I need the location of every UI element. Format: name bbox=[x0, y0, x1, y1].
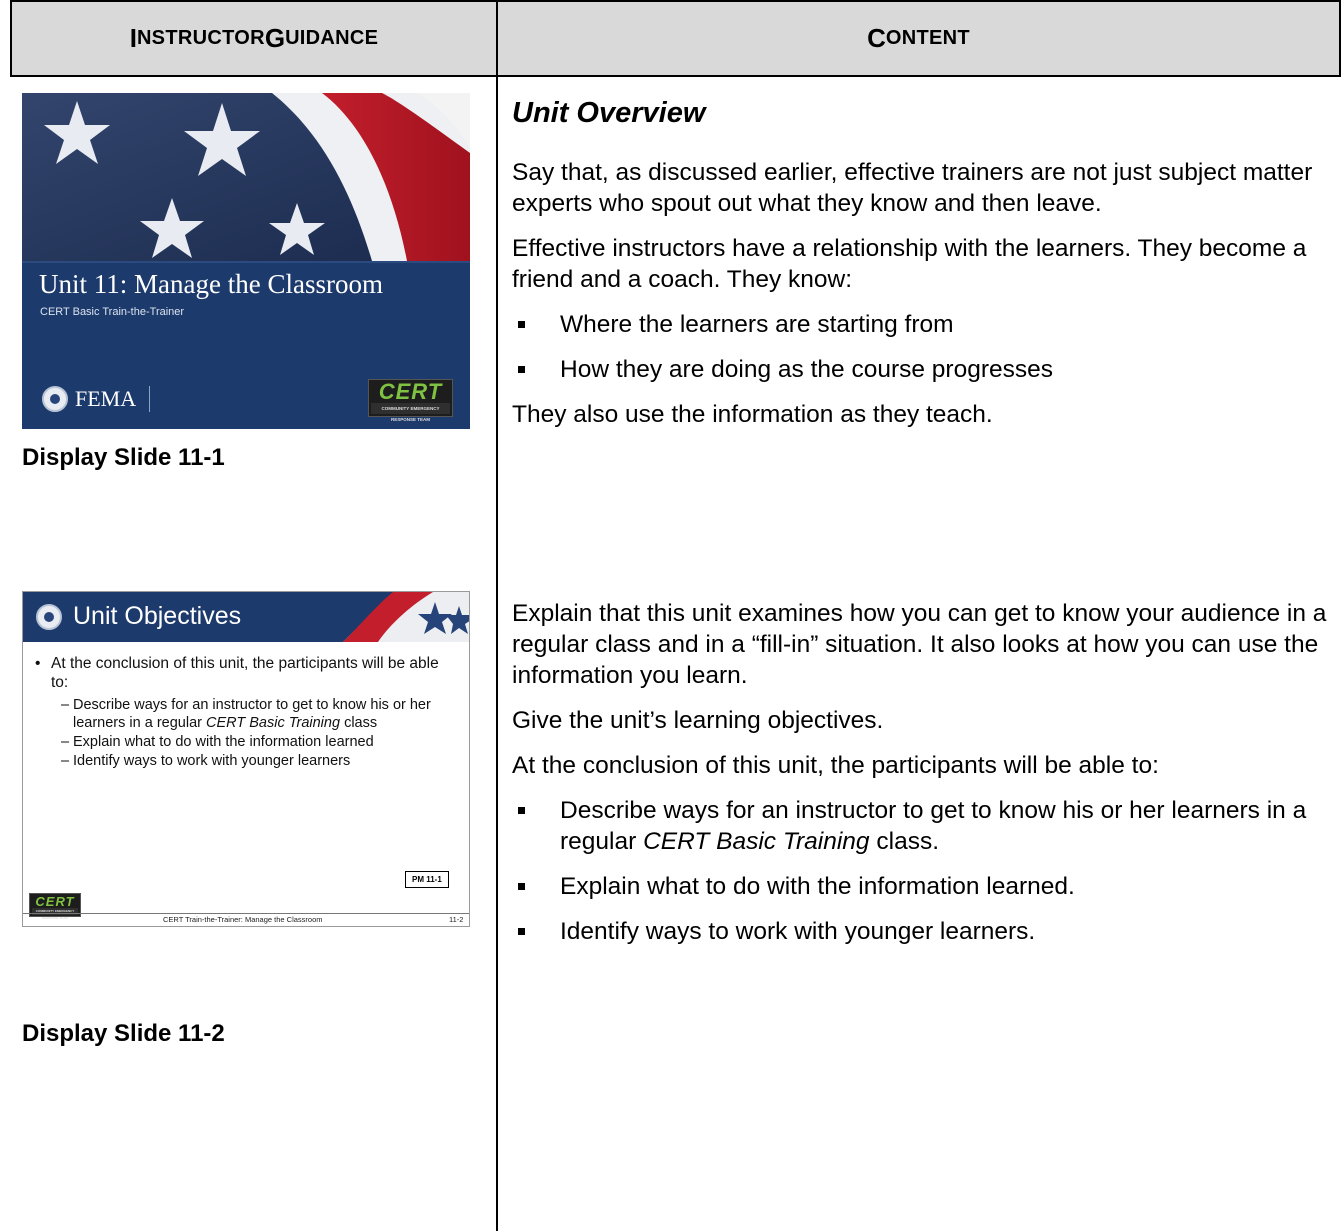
slide-11-1-thumbnail: Unit 11: Manage the Classroom CERT Basic… bbox=[22, 93, 470, 429]
paragraph: Say that, as discussed earlier, effectiv… bbox=[512, 159, 1313, 217]
slide-subtitle: CERT Basic Train-the-Trainer bbox=[40, 306, 185, 318]
square-bullet-icon bbox=[512, 795, 560, 857]
cert-logo: CERT COMMUNITY EMERGENCY RESPONSE TEAM bbox=[368, 379, 453, 422]
slide-footer-rule bbox=[23, 913, 469, 914]
paragraph: Explain that this unit examines how you … bbox=[512, 600, 1327, 689]
list-item: Identify ways to work with younger learn… bbox=[512, 916, 1332, 947]
column-header-content: C ONTENT bbox=[867, 23, 970, 53]
square-bullet-icon bbox=[512, 354, 560, 385]
dash-marker: – bbox=[61, 753, 70, 769]
cert-logo-strip: COMMUNITY EMERGENCY RESPONSE TEAM bbox=[371, 403, 450, 422]
dash-marker: – bbox=[61, 734, 70, 750]
fema-logo: FEMA bbox=[42, 386, 151, 412]
section-heading-unit-overview: Unit Overview bbox=[512, 97, 706, 129]
header-row-divider bbox=[10, 75, 1341, 77]
list-item: Describe ways for an instructor to get t… bbox=[512, 795, 1332, 857]
square-bullet-icon bbox=[512, 309, 560, 340]
paragraph: They also use the information as they te… bbox=[512, 401, 993, 428]
list-item: Explain what to do with the information … bbox=[512, 871, 1332, 902]
flag-corner-illustration bbox=[343, 592, 469, 642]
square-bullet-icon bbox=[512, 871, 560, 902]
list-item: Where the learners are starting from bbox=[512, 309, 1332, 340]
bullet-dot: • bbox=[35, 655, 41, 672]
column-divider bbox=[496, 0, 498, 1231]
content-section-objectives: Explain that this unit examines how you … bbox=[512, 598, 1332, 961]
cert-logo-word: CERT bbox=[35, 894, 75, 909]
slide-sub-bullet: – Identify ways to work with younger lea… bbox=[61, 753, 351, 769]
column-header-instructor-guidance: I NSTRUCTOR G UIDANCE bbox=[129, 23, 379, 53]
slide-caption-11-2: Display Slide 11-2 bbox=[22, 1020, 225, 1047]
list-item: How they are doing as the course progres… bbox=[512, 354, 1332, 385]
cert-logo-word: CERT bbox=[378, 379, 443, 404]
dash-marker: – bbox=[61, 697, 70, 713]
slide-11-2-thumbnail: Unit Objectives • At the conclusion of t… bbox=[22, 591, 470, 927]
content-section-overview: Say that, as discussed earlier, effectiv… bbox=[512, 157, 1332, 444]
slide-title: Unit 11: Manage the Classroom bbox=[39, 269, 383, 299]
slide-caption-11-1: Display Slide 11-1 bbox=[22, 444, 225, 471]
paragraph: At the conclusion of this unit, the part… bbox=[512, 752, 1159, 779]
slide-bullet: • At the conclusion of this unit, the pa… bbox=[35, 655, 439, 691]
slide-title: Unit Objectives bbox=[73, 602, 242, 630]
square-bullet-icon bbox=[512, 916, 560, 947]
pm-reference-badge: PM 11-1 bbox=[405, 871, 449, 888]
slide-sub-bullet: – Explain what to do with the informatio… bbox=[61, 734, 374, 750]
fema-divider bbox=[149, 386, 151, 412]
paragraph: Effective instructors have a relationshi… bbox=[512, 235, 1307, 293]
slide-page-number: 11-2 bbox=[449, 915, 464, 924]
slide-footer-text: CERT Train-the-Trainer: Manage the Class… bbox=[163, 915, 323, 924]
fema-wordmark: FEMA bbox=[75, 386, 137, 411]
slide-body: • At the conclusion of this unit, the pa… bbox=[35, 654, 460, 771]
dhs-seal-icon bbox=[36, 604, 62, 630]
slide-sub-bullet: – Describe ways for an instructor to get… bbox=[61, 697, 431, 731]
paragraph: Give the unit’s learning objectives. bbox=[512, 707, 884, 734]
dhs-seal-icon bbox=[42, 386, 68, 412]
